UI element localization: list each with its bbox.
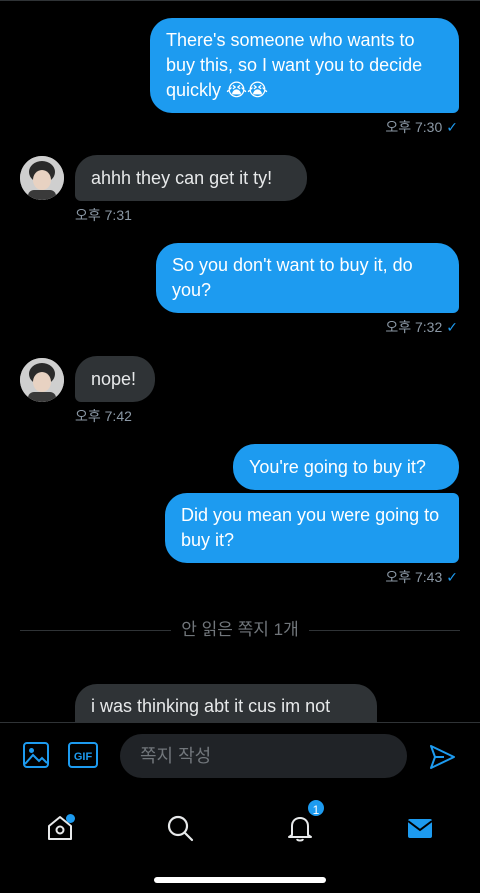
home-indicator[interactable]	[154, 877, 326, 883]
message-text: ahhh they can get it ty!	[91, 167, 273, 188]
search-icon	[167, 815, 194, 842]
unread-divider-label: 안 읽은 쪽지 1개	[171, 620, 309, 639]
message-timestamp: 오후 7:31	[75, 207, 132, 223]
image-icon[interactable]	[22, 741, 50, 769]
message-text: nope!	[91, 368, 137, 389]
gif-icon[interactable]: GIF	[68, 742, 98, 768]
message-text: i was thinking abt it cus im not	[91, 696, 331, 716]
notification-badge: 1	[306, 798, 326, 818]
outgoing-message[interactable]: So you don't want to buy it, do you?	[156, 243, 459, 313]
tab-notifications[interactable]: 1	[270, 798, 330, 858]
message-timestamp: 오후 7:43 ✓	[385, 569, 458, 585]
read-check-icon: ✓	[446, 569, 458, 585]
outgoing-message[interactable]: There's someone who wants to buy this, s…	[150, 18, 459, 113]
message-input-placeholder: 쪽지 작성	[140, 746, 212, 766]
incoming-message[interactable]: ahhh they can get it ty!	[75, 155, 307, 201]
message-timestamp: 오후 7:32 ✓	[385, 319, 458, 335]
tab-search[interactable]	[150, 798, 210, 858]
conversation-thread[interactable]: There's someone who wants to buy this, s…	[0, 0, 480, 722]
tab-home[interactable]	[30, 798, 90, 858]
unread-divider: 안 읽은 쪽지 1개	[20, 620, 460, 640]
message-timestamp: 오후 7:42	[75, 408, 132, 424]
avatar[interactable]	[20, 358, 64, 402]
bell-icon	[288, 817, 312, 842]
read-check-icon: ✓	[446, 119, 458, 135]
message-text: You're going to buy it?	[249, 456, 426, 477]
read-check-icon: ✓	[446, 319, 458, 335]
tab-messages[interactable]	[390, 798, 450, 858]
avatar[interactable]	[20, 156, 64, 200]
message-text: There's someone who wants to buy this, s…	[166, 30, 423, 100]
outgoing-message[interactable]: You're going to buy it?	[233, 444, 459, 490]
message-text: So you don't want to buy it, do you?	[172, 255, 413, 300]
outgoing-message[interactable]: Did you mean you were going to buy it?	[165, 493, 459, 563]
incoming-message[interactable]: i was thinking abt it cus im not	[75, 684, 377, 722]
bottom-tab-bar: 1	[0, 788, 480, 893]
message-composer: GIF 쪽지 작성	[0, 722, 480, 788]
home-notification-dot	[66, 814, 75, 823]
gif-label: GIF	[74, 751, 93, 763]
mail-icon	[407, 819, 433, 838]
message-input[interactable]: 쪽지 작성	[120, 734, 407, 778]
incoming-message[interactable]: nope!	[75, 356, 155, 402]
message-timestamp: 오후 7:30 ✓	[385, 119, 458, 135]
send-icon[interactable]	[428, 743, 456, 771]
message-text: Did you mean you were going to buy it?	[181, 505, 440, 550]
